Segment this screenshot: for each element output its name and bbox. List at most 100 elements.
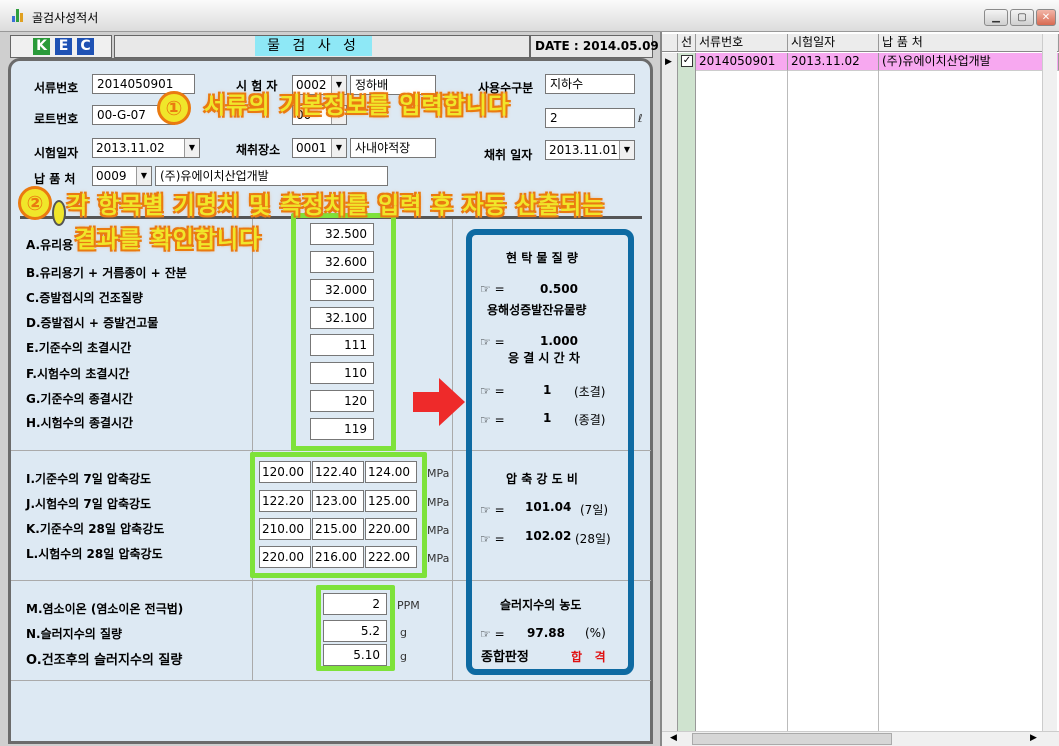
app-icon: [12, 9, 26, 22]
column-divider: [252, 219, 253, 680]
setting-init-value: 1: [543, 383, 552, 397]
comp7-label: (7일): [580, 503, 609, 517]
grid-col-line: [878, 71, 879, 731]
horizontal-scrollbar[interactable]: ◀ ▶: [662, 731, 1059, 746]
title-bar: 골검사성적서 ▁ ▢ ✕: [0, 0, 1059, 32]
kec-logo: K E C: [10, 35, 112, 58]
dropdown-arrow-icon[interactable]: ▼: [136, 167, 151, 185]
judgement-label: 종합판정: [481, 650, 529, 665]
setting-init-label: (초결): [574, 385, 606, 399]
place-code: 0001: [296, 141, 327, 155]
sample-value-input[interactable]: 2: [545, 108, 635, 128]
comp7-value: 101.04: [525, 500, 572, 514]
setting-title: 응 결 시 간 차: [508, 351, 580, 365]
item-i-label: I.기준수의 7일 압축강도: [26, 472, 152, 486]
item-l-label: L.시험수의 28일 압축강도: [26, 547, 163, 561]
vendor-label: 납 품 처: [34, 172, 76, 186]
table-row-date[interactable]: 2013.11.02: [788, 53, 879, 71]
minimize-button[interactable]: ▁: [984, 9, 1008, 26]
sludge-value: 97.88: [527, 626, 565, 640]
doc-no-label: 서류번호: [34, 81, 79, 95]
place-name-input[interactable]: 사내야적장: [350, 138, 436, 158]
comp28-value: 102.02: [525, 529, 572, 543]
table-row-doc-no[interactable]: 2014050901: [696, 53, 788, 71]
red-arrow-icon: [413, 378, 465, 426]
current-date: DATE : 2014.05.09: [535, 39, 659, 53]
grid-header-doc-no[interactable]: 서류번호: [696, 34, 788, 52]
judgement-value: 합 격: [571, 650, 606, 664]
pin-icon: [52, 200, 66, 226]
step-2-badge: ②: [18, 186, 52, 220]
logo-letter-c: C: [77, 38, 94, 55]
suspended-value: 0.500: [540, 282, 578, 296]
column-divider: [452, 219, 453, 680]
vendor-code-select[interactable]: 0009 ▼: [92, 166, 152, 186]
grid-header-vendor[interactable]: 납 품 처: [879, 34, 1059, 52]
calendar-dropdown-icon[interactable]: ▼: [184, 139, 199, 157]
grid-header-date[interactable]: 시험일자: [788, 34, 879, 52]
item-g-label: G.기준수의 종결시간: [26, 392, 133, 406]
collect-date-label: 채취 일자: [484, 148, 533, 162]
item-f-label: F.시험수의 초결시간: [26, 367, 130, 381]
place-code-select[interactable]: 0001 ▼: [292, 138, 347, 158]
step-2-callout-line2: 결과를 확인합니다: [75, 227, 262, 253]
unit-mpa-j: MPa: [427, 496, 450, 509]
scroll-left-icon[interactable]: ◀: [670, 733, 677, 743]
setting-final-label: (종결): [574, 413, 606, 427]
maximize-button[interactable]: ▢: [1010, 9, 1034, 26]
sludge-title: 슬러지수의 농도: [500, 598, 582, 612]
collect-date: 2013.11.01: [549, 143, 618, 157]
dropdown-arrow-icon[interactable]: ▼: [331, 139, 346, 157]
test-date: 2013.11.02: [96, 141, 165, 155]
suspended-title: 현 탁 물 질 량: [506, 251, 578, 265]
suspended-eq: ☞ =: [480, 282, 505, 296]
highlight-box-mo: [316, 585, 395, 671]
unit-ppm: PPM: [397, 599, 420, 612]
setting-final-eq: ☞ =: [480, 413, 505, 427]
comp28-eq: ☞ =: [480, 532, 505, 546]
sample-unit: ℓ: [638, 112, 643, 125]
vendor-name-input[interactable]: (주)유에이치산업개발: [155, 166, 388, 186]
calendar-dropdown-icon[interactable]: ▼: [619, 141, 634, 159]
scroll-right-icon[interactable]: ▶: [1030, 733, 1037, 743]
item-j-label: J.시험수의 7일 압축강도: [26, 497, 152, 511]
item-e-label: E.기준수의 초결시간: [26, 341, 132, 355]
test-date-select[interactable]: 2013.11.02 ▼: [92, 138, 200, 158]
residue-title: 용해성증발잔유물량: [487, 303, 587, 317]
sludge-eq: ☞ =: [480, 627, 505, 641]
grid-row-header-column: [662, 53, 678, 731]
step-1-callout: 서류의 기본정보를 입력합니다: [204, 93, 511, 119]
item-b-label: B.유리용기 + 거름종이 + 잔분: [26, 266, 187, 280]
highlight-box-ah: [291, 213, 396, 451]
page-title: 물 검 사 성 적 서: [255, 36, 372, 74]
collect-date-select[interactable]: 2013.11.01 ▼: [545, 140, 635, 160]
vendor-code: 0009: [96, 169, 127, 183]
row-checkbox[interactable]: ✓: [681, 55, 693, 67]
unit-mpa-l: MPa: [427, 552, 450, 565]
window-title: 골검사성적서: [32, 11, 99, 25]
water-type-input[interactable]: 지하수: [545, 74, 635, 94]
table-row-vendor[interactable]: (주)유에이치산업개발: [879, 53, 1059, 71]
grid-header-select[interactable]: 선: [678, 34, 696, 52]
comp28-label: (28일): [575, 532, 611, 546]
place-label: 채취장소: [236, 143, 281, 157]
section-divider: [11, 680, 651, 681]
unit-mpa-k: MPa: [427, 524, 450, 537]
residue-value: 1.000: [540, 334, 578, 348]
sludge-unit: (%): [585, 626, 606, 640]
unit-g-o: g: [400, 650, 407, 663]
vertical-scrollbar[interactable]: [1042, 34, 1057, 731]
logo-letter-e: E: [55, 38, 72, 55]
setting-final-value: 1: [543, 411, 552, 425]
setting-init-eq: ☞ =: [480, 384, 505, 398]
scroll-thumb[interactable]: [692, 733, 892, 745]
item-n-label: N.슬러지수의 질량: [26, 627, 123, 641]
unit-mpa-i: MPa: [427, 467, 450, 480]
current-row-icon: ▶: [665, 57, 672, 67]
close-button[interactable]: ✕: [1036, 9, 1056, 26]
item-k-label: K.기준수의 28일 압축강도: [26, 522, 165, 536]
logo-letter-k: K: [33, 38, 50, 55]
item-d-label: D.증발접시 + 증발건고물: [26, 316, 159, 330]
test-date-label: 시험일자: [34, 146, 79, 160]
item-m-label: M.염소이온 (염소이온 전극법): [26, 602, 184, 616]
